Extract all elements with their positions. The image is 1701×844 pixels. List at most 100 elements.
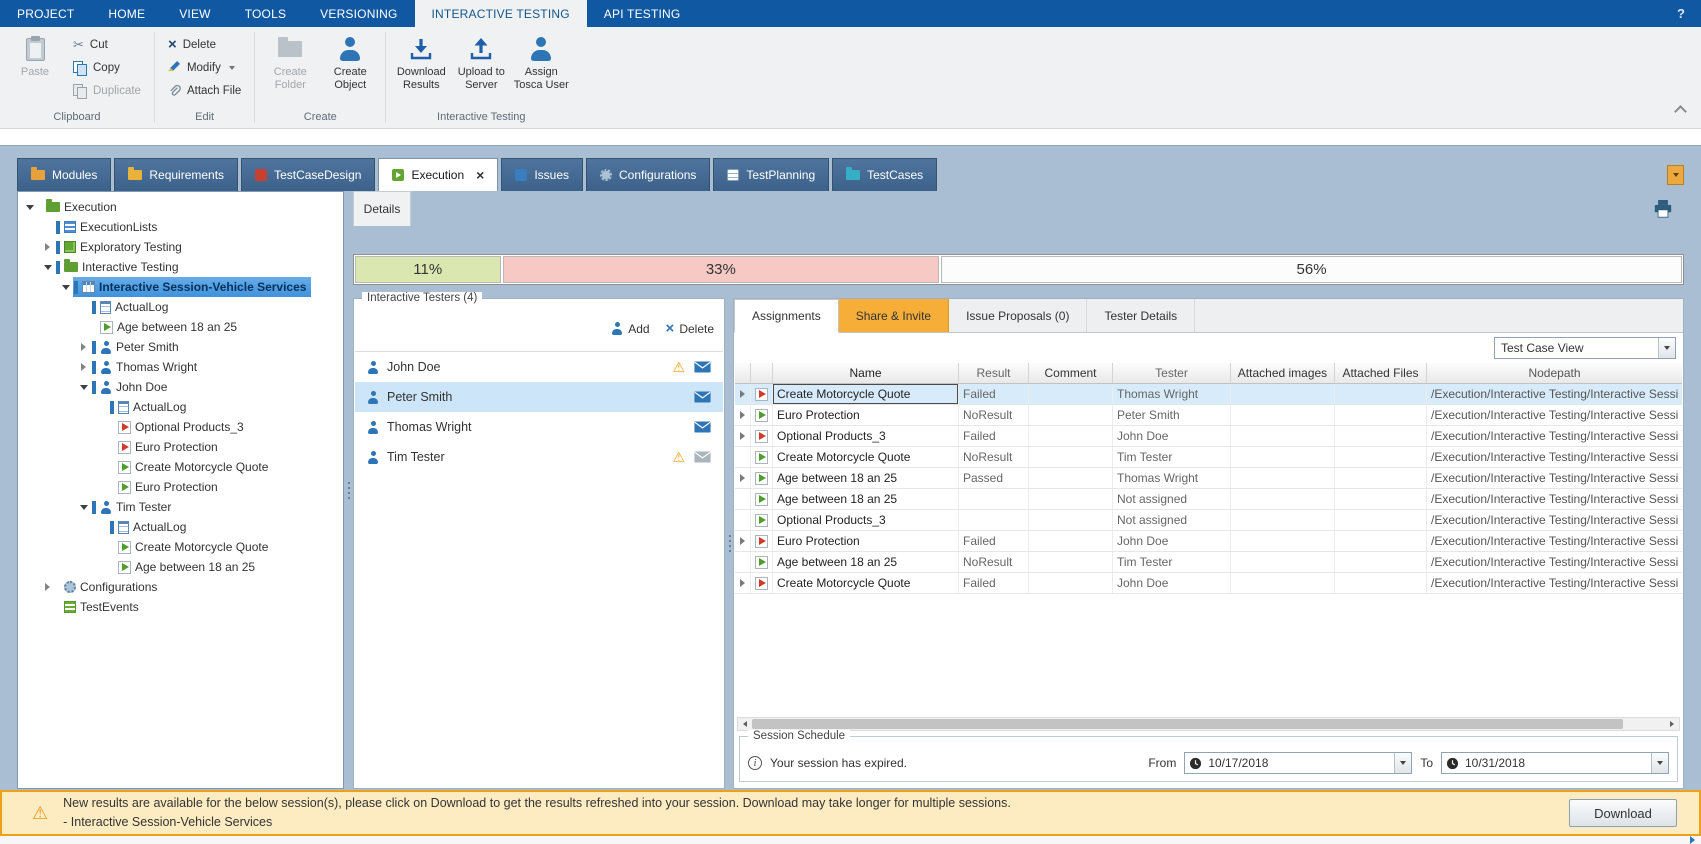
mail-gray-icon[interactable] xyxy=(694,451,711,463)
tab-testcasedesign[interactable]: TestCaseDesign xyxy=(241,158,375,191)
print-button[interactable] xyxy=(1651,198,1675,220)
expander-icon[interactable] xyxy=(24,202,35,212)
expander-icon[interactable] xyxy=(42,242,53,252)
mail-icon[interactable] xyxy=(694,361,711,373)
table-row[interactable]: Age between 18 an 25 Passed Thomas Wrigh… xyxy=(735,468,1682,489)
expander-icon[interactable] xyxy=(42,262,53,272)
horizontal-scrollbar[interactable] xyxy=(737,717,1680,731)
tree-item-john-doe[interactable]: John Doe xyxy=(18,377,343,397)
row-expander-icon[interactable] xyxy=(740,390,745,398)
expander-icon[interactable] xyxy=(78,342,89,352)
tab-issue-proposals[interactable]: Issue Proposals (0) xyxy=(949,299,1087,332)
tree-item-actuallog[interactable]: ActualLog xyxy=(18,297,343,317)
download-results-button[interactable]: Download Results xyxy=(391,30,451,94)
tester-row-john-doe[interactable]: John Doe xyxy=(355,352,723,382)
row-expander-icon[interactable] xyxy=(740,411,745,419)
chevron-right-icon[interactable] xyxy=(1690,836,1695,844)
to-date-picker[interactable]: 10/31/2018 xyxy=(1441,752,1669,774)
tab-requirements[interactable]: Requirements xyxy=(114,158,238,191)
tester-row-peter-smith[interactable]: Peter Smith xyxy=(355,382,723,412)
help-button[interactable]: ? xyxy=(1661,0,1701,27)
tester-row-thomas-wright[interactable]: Thomas Wright xyxy=(355,412,723,442)
table-row[interactable]: Optional Products_3 Not assigned /Execut… xyxy=(735,510,1682,531)
collapse-ribbon-icon[interactable] xyxy=(1674,105,1687,118)
tree-item-testevents[interactable]: TestEvents xyxy=(18,597,343,617)
tab-configurations[interactable]: Configurations xyxy=(586,158,710,191)
chevron-down-icon[interactable] xyxy=(1651,753,1668,773)
from-date-picker[interactable]: 10/17/2018 xyxy=(1184,752,1412,774)
assign-tosca-user-button[interactable]: Assign Tosca User xyxy=(511,30,571,94)
tree-item-interactive-session-vehicle-services[interactable]: Interactive Session-Vehicle Services xyxy=(18,277,343,297)
menu-home[interactable]: HOME xyxy=(91,0,162,27)
tester-row-tim-tester[interactable]: Tim Tester xyxy=(355,442,723,472)
tab-modules[interactable]: Modules xyxy=(17,158,111,191)
tree-item-age-between-18-an-25[interactable]: Age between 18 an 25 xyxy=(18,557,343,577)
tree-item-peter-smith[interactable]: Peter Smith xyxy=(18,337,343,357)
header-comment[interactable]: Comment xyxy=(1029,363,1113,383)
tree-item-tim-tester[interactable]: Tim Tester xyxy=(18,497,343,517)
header-name[interactable]: Name xyxy=(773,363,959,383)
tree-item-executionlists[interactable]: ExecutionLists xyxy=(18,217,343,237)
tree-item-configurations[interactable]: Configurations xyxy=(18,577,343,597)
tab-testcases[interactable]: TestCases xyxy=(832,158,937,191)
details-tab[interactable]: Details xyxy=(353,191,411,226)
duplicate-button[interactable]: Duplicate xyxy=(65,80,149,101)
tree-item-thomas-wright[interactable]: Thomas Wright xyxy=(18,357,343,377)
expander-icon[interactable] xyxy=(78,382,89,392)
tree-item-euro-protection[interactable]: Euro Protection xyxy=(18,437,343,457)
tab-tester-details[interactable]: Tester Details xyxy=(1087,299,1195,332)
menu-tools[interactable]: TOOLS xyxy=(228,0,303,27)
expander-icon[interactable] xyxy=(42,582,53,592)
tree-item-create-motorcycle-quote[interactable]: Create Motorcycle Quote xyxy=(18,537,343,557)
header-nodepath[interactable]: Nodepath xyxy=(1427,363,1682,383)
tree-item-actuallog[interactable]: ActualLog xyxy=(18,397,343,417)
tree-item-interactive-testing[interactable]: Interactive Testing xyxy=(18,257,343,277)
cut-button[interactable]: Cut xyxy=(65,34,149,55)
download-button[interactable]: Download xyxy=(1569,799,1677,827)
header-attached-files[interactable]: Attached Files xyxy=(1335,363,1427,383)
menu-project[interactable]: PROJECT xyxy=(0,0,91,27)
row-expander-icon[interactable] xyxy=(740,432,745,440)
scroll-right-icon[interactable] xyxy=(1665,718,1679,730)
table-row[interactable]: Euro Protection NoResult Peter Smith /Ex… xyxy=(735,405,1682,426)
delete-tester-button[interactable]: Delete xyxy=(666,321,714,336)
table-row[interactable]: Age between 18 an 25 Not assigned /Execu… xyxy=(735,489,1682,510)
expander-icon[interactable] xyxy=(60,282,71,292)
splitter-testers[interactable] xyxy=(726,298,733,789)
tree-item-optional-products-3[interactable]: Optional Products_3 xyxy=(18,417,343,437)
upload-to-server-button[interactable]: Upload to Server xyxy=(451,30,511,94)
menu-interactive-testing[interactable]: INTERACTIVE TESTING xyxy=(415,0,587,27)
tab-issues[interactable]: Issues xyxy=(501,158,583,191)
splitter-tree[interactable] xyxy=(345,191,352,789)
table-row[interactable]: Euro Protection Failed John Doe /Executi… xyxy=(735,531,1682,552)
menu-versioning[interactable]: VERSIONING xyxy=(303,0,414,27)
header-result[interactable]: Result xyxy=(959,363,1029,383)
header-tester[interactable]: Tester xyxy=(1113,363,1231,383)
menu-view[interactable]: VIEW xyxy=(162,0,227,27)
row-expander-icon[interactable] xyxy=(740,537,745,545)
chevron-down-icon[interactable] xyxy=(1394,753,1411,773)
tab-execution[interactable]: Execution xyxy=(378,158,498,191)
header-attached-images[interactable]: Attached images xyxy=(1231,363,1335,383)
tab-assignments[interactable]: Assignments xyxy=(734,299,839,333)
table-row[interactable]: Create Motorcycle Quote Failed Thomas Wr… xyxy=(735,384,1682,405)
table-row[interactable]: Create Motorcycle Quote Failed John Doe … xyxy=(735,573,1682,594)
mail-icon[interactable] xyxy=(694,421,711,433)
copy-button[interactable]: Copy xyxy=(65,57,149,78)
tab-testplanning[interactable]: TestPlanning xyxy=(713,158,829,191)
scroll-left-icon[interactable] xyxy=(738,718,752,730)
row-expander-icon[interactable] xyxy=(740,579,745,587)
create-folder-button[interactable]: Create Folder xyxy=(260,30,320,94)
row-expander-icon[interactable] xyxy=(740,474,745,482)
tree-item-execution[interactable]: Execution xyxy=(18,197,343,217)
chevron-down-icon[interactable] xyxy=(1658,338,1675,358)
expander-icon[interactable] xyxy=(78,502,89,512)
table-row[interactable]: Age between 18 an 25 NoResult Tim Tester… xyxy=(735,552,1682,573)
table-row[interactable]: Create Motorcycle Quote NoResult Tim Tes… xyxy=(735,447,1682,468)
mail-icon[interactable] xyxy=(694,391,711,403)
attach-file-button[interactable]: Attach File xyxy=(160,80,249,101)
test-case-view-select[interactable]: Test Case View xyxy=(1494,337,1676,359)
modify-button[interactable]: Modify xyxy=(160,57,249,78)
menu-api-testing[interactable]: API TESTING xyxy=(587,0,698,27)
tree-item-age-between-18-an-25[interactable]: Age between 18 an 25 xyxy=(18,317,343,337)
